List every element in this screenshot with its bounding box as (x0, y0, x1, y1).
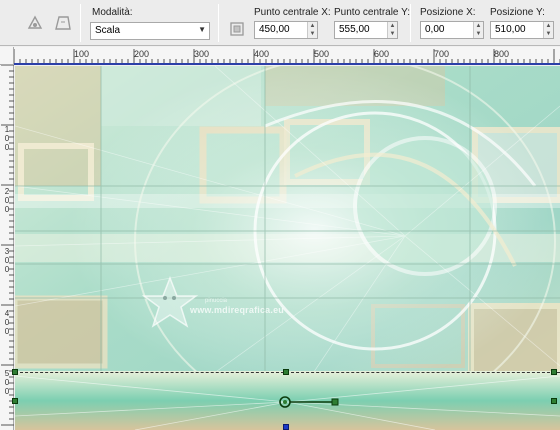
pos-x-label: Posizione X: (420, 7, 476, 18)
spin-buttons[interactable]: ▲ ▼ (307, 22, 317, 38)
ruler-tick-label: 5 0 0 (4, 369, 10, 396)
ruler-tick-label: 600 (374, 49, 390, 59)
pos-y-input[interactable]: 510,00 ▲ ▼ (490, 21, 554, 39)
spin-buttons[interactable]: ▲ ▼ (543, 22, 553, 38)
perspective-icon[interactable] (50, 10, 76, 36)
center-x-label: Punto centrale X: (254, 7, 331, 18)
ruler-tick-label: 800 (494, 49, 510, 59)
mode-dropdown-value: Scala (95, 25, 121, 36)
ruler-tick-label: 100 (74, 49, 90, 59)
edge-handle[interactable] (12, 398, 18, 404)
corner-handle[interactable] (12, 369, 18, 375)
center-y-value: 555,00 (339, 24, 370, 35)
edge-handle[interactable] (551, 398, 557, 404)
tool-options-bar: Modalità: Scala ▼ Punto centrale X: 450,… (0, 0, 560, 46)
center-y-input[interactable]: 555,00 ▲ ▼ (334, 21, 398, 39)
ruler-corner (0, 47, 14, 65)
mode-dropdown[interactable]: Scala ▼ (90, 22, 210, 40)
rotate-icon[interactable] (22, 10, 48, 36)
pos-y-label: Posizione Y: (490, 7, 545, 18)
rotation-handle[interactable] (278, 394, 342, 410)
ruler-tick-label: 300 (194, 49, 210, 59)
ruler-tick-label: 700 (434, 49, 450, 59)
corner-handle[interactable] (551, 369, 557, 375)
pos-x-input[interactable]: 0,00 ▲ ▼ (420, 21, 484, 39)
ruler-tick-label: 3 0 0 (4, 247, 10, 274)
ruler-tick-label: 2 0 0 (4, 187, 10, 214)
ruler-tick-label: 400 (254, 49, 270, 59)
center-x-value: 450,00 (259, 24, 290, 35)
vertical-ruler: 1 0 0 2 0 0 3 0 0 4 0 0 5 0 0 (0, 65, 14, 430)
ruler-tick-label: 1 0 0 (4, 125, 10, 152)
edge-handle[interactable] (283, 369, 289, 375)
pos-x-value: 0,00 (425, 24, 445, 35)
spin-buttons[interactable]: ▲ ▼ (473, 22, 483, 38)
mode-label: Modalità: (92, 7, 133, 18)
watermark-text: www.mdireqrafica.eu (190, 305, 284, 315)
ruler-tick-label: 500 (314, 49, 330, 59)
ruler-tick-label: 4 0 0 (4, 309, 10, 336)
pos-y-value: 510,00 (495, 24, 526, 35)
toolbar-separator (218, 4, 219, 42)
app-root: Modalità: Scala ▼ Punto centrale X: 450,… (0, 0, 560, 430)
edge-handle[interactable] (283, 424, 289, 430)
ruler-tick-label: 200 (134, 49, 150, 59)
watermark-small-text: pinuccia (205, 298, 228, 304)
spin-buttons[interactable]: ▲ ▼ (387, 22, 397, 38)
selection-top-edge (14, 63, 560, 65)
toolbar-separator (410, 4, 411, 42)
center-x-input[interactable]: 450,00 ▲ ▼ (254, 21, 318, 39)
center-y-label: Punto centrale Y: (334, 7, 410, 18)
center-point-icon[interactable] (224, 16, 250, 42)
toolbar-separator (80, 4, 81, 42)
chevron-down-icon: ▼ (198, 25, 206, 34)
